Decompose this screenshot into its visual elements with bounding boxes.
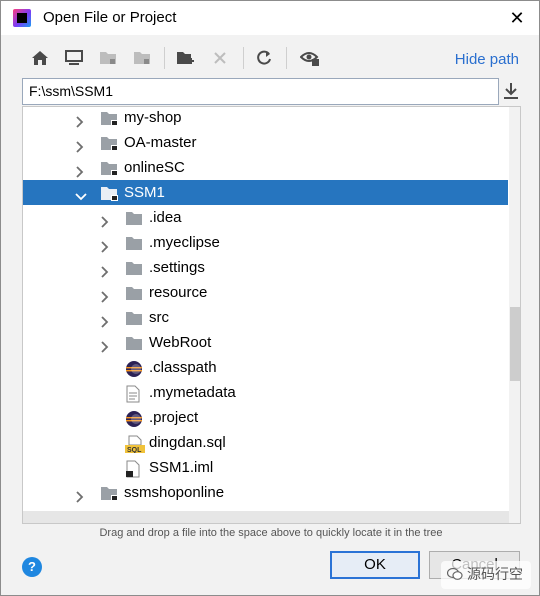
chevron-right-icon[interactable]	[100, 311, 110, 328]
chevron-right-icon[interactable]	[100, 236, 110, 253]
sql-file-icon: SQL	[125, 435, 145, 454]
delete-icon[interactable]	[209, 47, 231, 69]
watermark: 源码行空	[441, 561, 531, 589]
tree-row-label: resource	[149, 284, 208, 301]
path-input[interactable]: F:\ssm\SSM1	[22, 78, 499, 105]
chevron-right-icon[interactable]	[75, 486, 85, 503]
text-file-icon	[125, 385, 143, 403]
tree-row[interactable]: WebRoot	[23, 330, 508, 355]
tree-row-label: SSM1	[124, 184, 165, 201]
folder-icon	[125, 235, 143, 250]
module-folder-icon	[100, 485, 118, 501]
tree-row-label: WebRoot	[149, 334, 212, 351]
toolbar-separator	[164, 47, 165, 69]
module-folder-icon	[100, 160, 118, 176]
vertical-scroll-thumb[interactable]	[510, 307, 520, 381]
folder-icon	[125, 210, 143, 225]
svg-text:SQL: SQL	[127, 447, 142, 453]
tree-row-label: my-shop	[124, 109, 182, 126]
tree-row[interactable]: .idea	[23, 205, 508, 230]
folder-icon	[125, 310, 143, 325]
toolbar-separator	[286, 47, 287, 69]
tree-row[interactable]: ssmshoponline	[23, 480, 508, 505]
tree-row[interactable]: my-shop	[23, 107, 508, 130]
watermark-text: 源码行空	[467, 566, 523, 582]
help-button[interactable]: ?	[22, 557, 42, 577]
module-folder-disabled-icon[interactable]	[131, 47, 153, 69]
window-title: Open File or Project	[43, 9, 177, 26]
tree-row[interactable]: resource	[23, 280, 508, 305]
chevron-right-icon[interactable]	[100, 286, 110, 303]
chevron-right-icon[interactable]	[100, 336, 110, 353]
tree-row[interactable]: .classpath	[23, 355, 508, 380]
module-folder-icon[interactable]	[97, 47, 119, 69]
close-button[interactable]: ✕	[505, 6, 529, 30]
tree-row-label: .mymetadata	[149, 384, 236, 401]
tree-row[interactable]: .myeclipse	[23, 230, 508, 255]
tree-row-label: .myeclipse	[149, 234, 220, 251]
chevron-right-icon[interactable]	[75, 161, 85, 178]
tree-row-label: .classpath	[149, 359, 217, 376]
tree-row-label: src	[149, 309, 169, 326]
folder-icon	[125, 285, 143, 300]
file-tree[interactable]: my-shop OA-master onlineSC SSM1 .idea .myecli…	[22, 106, 521, 524]
chevron-down-icon[interactable]	[75, 186, 87, 201]
chevron-right-icon[interactable]	[75, 136, 85, 153]
eclipse-file-icon	[125, 360, 143, 377]
intellij-logo-icon	[13, 9, 31, 27]
tree-row-label: .settings	[149, 259, 205, 276]
drag-drop-hint: Drag and drop a file into the space abov…	[99, 527, 443, 539]
module-folder-icon	[100, 185, 118, 201]
folder-icon	[125, 335, 143, 350]
show-hidden-icon[interactable]	[299, 47, 321, 69]
tree-row[interactable]: .project	[23, 405, 508, 430]
hide-path-link[interactable]: Hide path	[455, 51, 519, 68]
folder-icon	[125, 260, 143, 275]
module-folder-icon	[100, 110, 118, 126]
eclipse-file-icon	[125, 410, 143, 427]
chevron-right-icon[interactable]	[100, 211, 110, 228]
ok-button[interactable]: OK	[330, 551, 420, 579]
toolbar-separator	[243, 47, 244, 69]
open-file-dialog: Open File or Project ✕ Hide path F:\ssm\…	[0, 0, 540, 596]
toolbar	[23, 45, 523, 73]
tree-row-label: dingdan.sql	[149, 434, 226, 451]
tree-row-label: ssmshoponline	[124, 484, 225, 501]
tree-row-label: SSM1.iml	[149, 459, 214, 476]
home-icon[interactable]	[29, 47, 51, 69]
tree-row[interactable]: .mymetadata	[23, 380, 508, 405]
tree-row-label: onlineSC	[124, 159, 185, 176]
tree-row-label: .project	[149, 409, 199, 426]
chevron-right-icon[interactable]	[75, 111, 85, 128]
tree-row-label: OA-master	[124, 134, 197, 151]
tree-row[interactable]: SQL dingdan.sql	[23, 430, 508, 455]
tree-row[interactable]: src	[23, 305, 508, 330]
iml-file-icon	[125, 460, 143, 478]
refresh-icon[interactable]	[253, 47, 275, 69]
horizontal-scrollbar[interactable]	[23, 511, 509, 523]
title-bar: Open File or Project ✕	[1, 1, 539, 35]
tree-row-label: .idea	[149, 209, 182, 226]
chevron-right-icon[interactable]	[100, 261, 110, 278]
module-folder-icon	[100, 135, 118, 151]
tree-row[interactable]: SSM1.iml	[23, 455, 508, 480]
download-icon[interactable]	[503, 82, 521, 102]
tree-row[interactable]: OA-master	[23, 130, 508, 155]
desktop-icon[interactable]	[63, 47, 85, 69]
wechat-icon	[446, 567, 463, 581]
new-folder-icon[interactable]	[175, 47, 197, 69]
tree-row[interactable]: .settings	[23, 255, 508, 280]
tree-row[interactable]: SSM1	[23, 180, 508, 205]
tree-row[interactable]: onlineSC	[23, 155, 508, 180]
